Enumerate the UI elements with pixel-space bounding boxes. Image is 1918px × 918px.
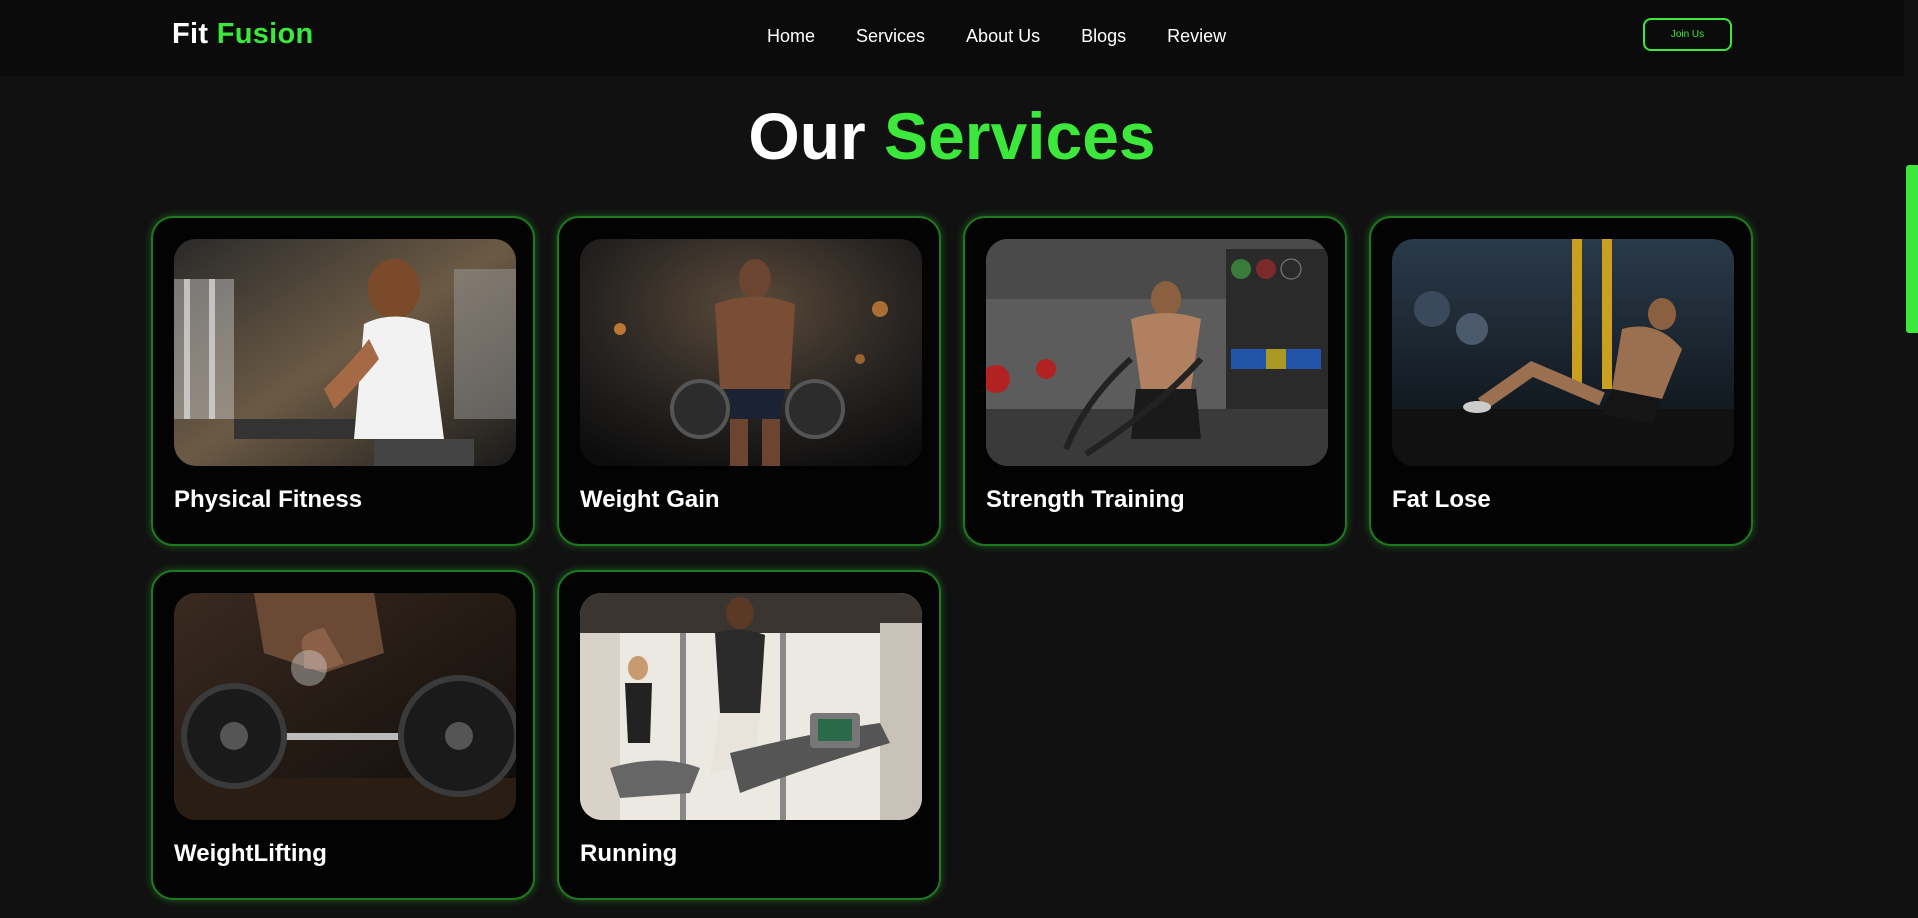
treadmill-image (580, 593, 922, 820)
logo[interactable]: Fit Fusion (172, 18, 314, 51)
nav-home[interactable]: Home (767, 26, 815, 47)
logo-text-fit: Fit (172, 18, 209, 50)
service-card-physical-fitness[interactable]: Physical Fitness (151, 216, 535, 546)
header: Fit Fusion Home Services About Us Blogs … (0, 0, 1904, 76)
service-label: Physical Fitness (174, 486, 363, 513)
scrollbar-track[interactable] (1904, 0, 1918, 918)
section-title-our: Our (748, 99, 866, 173)
nav-blogs[interactable]: Blogs (1081, 26, 1126, 47)
service-label: Running (580, 840, 678, 867)
join-us-button[interactable]: Join Us (1643, 18, 1732, 51)
service-card-running[interactable]: Running (557, 570, 941, 900)
service-card-fat-lose[interactable]: Fat Lose (1369, 216, 1753, 546)
nav-review[interactable]: Review (1167, 26, 1226, 47)
main-nav: Home Services About Us Blogs Review (767, 26, 1267, 47)
service-label: Strength Training (986, 486, 1185, 513)
battle-ropes-image (986, 239, 1328, 466)
service-label: Fat Lose (1392, 486, 1491, 513)
nav-about-us[interactable]: About Us (966, 26, 1040, 47)
section-title: Our Services (0, 98, 1904, 174)
service-card-strength-training[interactable]: Strength Training (963, 216, 1347, 546)
section-title-services: Services (884, 99, 1156, 173)
service-card-weightlifting[interactable]: WeightLifting (151, 570, 535, 900)
bodybuilder-image (580, 239, 922, 466)
service-label: WeightLifting (174, 840, 327, 867)
nav-services[interactable]: Services (856, 26, 925, 47)
logo-text-fusion: Fusion (216, 18, 314, 50)
service-label: Weight Gain (580, 486, 720, 513)
barbell-image (174, 593, 516, 820)
service-card-weight-gain[interactable]: Weight Gain (557, 216, 941, 546)
page: Fit Fusion Home Services About Us Blogs … (0, 0, 1918, 918)
scrollbar-thumb[interactable] (1906, 165, 1918, 333)
gym-person-sitting-image (174, 239, 516, 466)
situps-image (1392, 239, 1734, 466)
